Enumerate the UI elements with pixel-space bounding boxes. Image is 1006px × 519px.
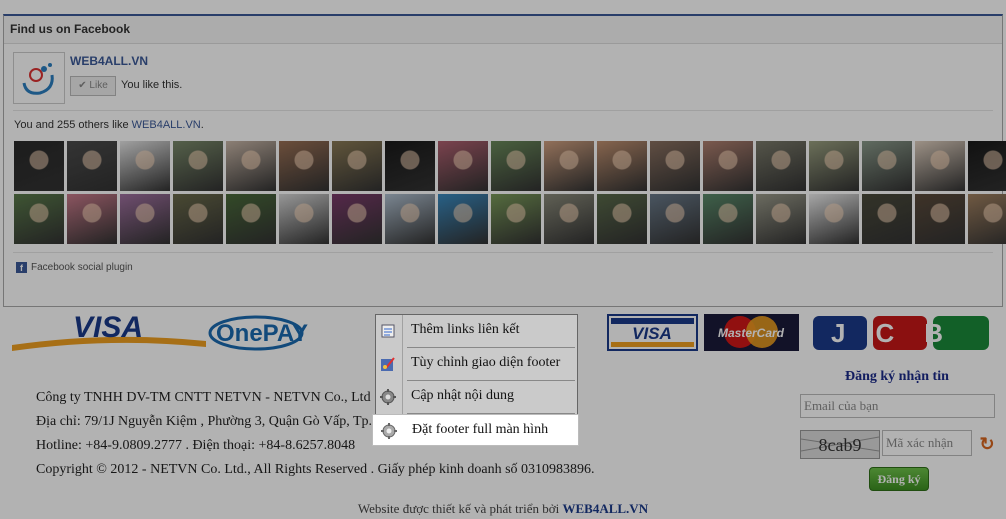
menu-item-label: Cập nhật nội dung	[411, 388, 515, 403]
menu-item-add-links[interactable]: Thêm links liên kết	[376, 315, 579, 347]
menu-item-label: Tùy chỉnh giao diện footer	[411, 355, 561, 370]
menu-item-label: Đặt footer full màn hình	[412, 422, 549, 437]
gear-icon	[381, 423, 397, 439]
menu-item-update-content[interactable]: Cập nhật nội dung	[376, 381, 579, 413]
context-menu: Thêm links liên kết Tùy chỉnh giao diện …	[372, 314, 579, 446]
link-list-icon	[381, 324, 395, 338]
menu-item-footer-fullscreen[interactable]: Đặt footer full màn hình	[372, 414, 579, 446]
customize-icon	[381, 357, 395, 371]
menu-item-label: Thêm links liên kết	[411, 322, 520, 337]
menu-item-customize-footer[interactable]: Tùy chỉnh giao diện footer	[376, 348, 579, 380]
gear-icon	[380, 389, 396, 405]
